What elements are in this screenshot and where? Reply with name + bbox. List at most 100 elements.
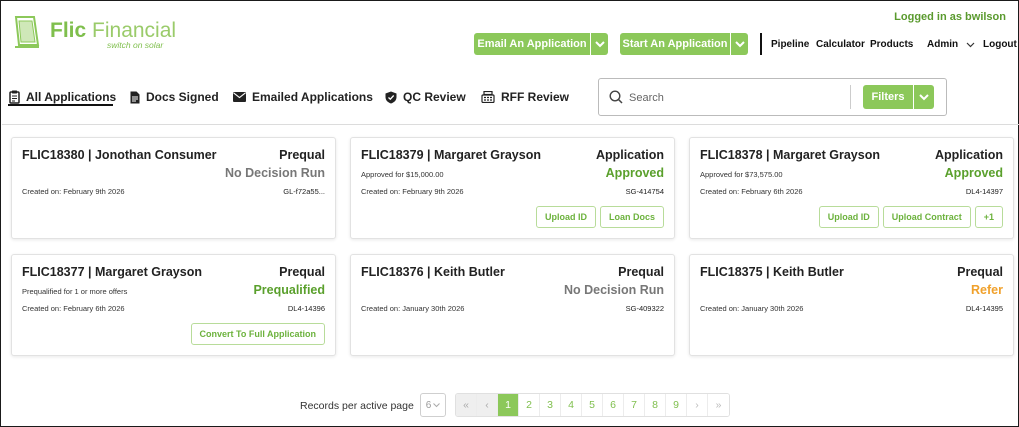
card-reference: GL-f72a55...	[283, 187, 325, 196]
page-button-9[interactable]: 9	[666, 394, 687, 416]
records-per-page-label: Records per active page	[300, 400, 414, 412]
card-applicant: Jonothan Consumer	[94, 148, 217, 162]
card-actions: Convert To Full Application	[190, 323, 325, 345]
application-card[interactable]: FLIC18379 | Margaret Grayson Application…	[350, 137, 675, 239]
brand-name-bold: Flic	[50, 19, 87, 42]
tab-docs-signed[interactable]: Docs Signed	[130, 87, 219, 107]
upload-contract-button[interactable]: Upload Contract	[882, 206, 971, 228]
header-divider	[2, 124, 1019, 125]
start-application-button[interactable]: Start An Application	[620, 33, 730, 55]
search-icon	[609, 90, 623, 104]
card-id: FLIC18377	[22, 265, 85, 279]
tab-emailed-applications[interactable]: Emailed Applications	[233, 87, 373, 107]
clipboard-icon	[9, 90, 20, 104]
card-created-date: Created on: February 9th 2026	[361, 187, 464, 196]
previous-page-button[interactable]: ‹	[477, 394, 498, 416]
card-type: Application	[934, 148, 1003, 162]
first-page-button[interactable]: «	[456, 394, 477, 416]
page-button-8[interactable]: 8	[645, 394, 666, 416]
nav-admin-menu[interactable]: Admin	[927, 39, 975, 50]
upload-id-button[interactable]: Upload ID	[535, 206, 596, 228]
card-reference: DL4-14395	[965, 304, 1003, 313]
email-application-split-button: Email An Application	[474, 33, 608, 55]
search-input[interactable]	[629, 89, 839, 106]
email-application-button[interactable]: Email An Application	[474, 33, 590, 55]
card-created-date: Created on: February 9th 2026	[22, 187, 125, 196]
card-applicant: Margaret Grayson	[772, 148, 880, 162]
card-applicant: Margaret Grayson	[94, 265, 202, 279]
application-card[interactable]: FLIC18378 | Margaret Grayson Application…	[689, 137, 1014, 239]
nav-products[interactable]: Products	[870, 39, 913, 50]
card-reference: SG-414754	[625, 187, 664, 196]
application-card[interactable]: FLIC18380 | Jonothan Consumer Prequal No…	[11, 137, 336, 239]
page-button-4[interactable]: 4	[561, 394, 582, 416]
last-page-button[interactable]: »	[708, 394, 729, 416]
card-applicant: Keith Butler	[772, 265, 844, 279]
document-icon	[130, 91, 140, 103]
next-page-button[interactable]: ›	[687, 394, 708, 416]
card-type: Prequal	[618, 265, 664, 279]
application-card[interactable]: FLIC18375 | Keith Butler Prequal Refer C…	[689, 254, 1014, 356]
brand-logo[interactable]: Flic Financial switch on solar	[13, 15, 176, 55]
tab-label: QC Review	[403, 90, 466, 104]
solar-panel-logo-icon	[14, 16, 40, 48]
records-per-page-select[interactable]: 6	[420, 393, 446, 417]
card-created-date: Created on: February 6th 2026	[700, 187, 803, 196]
upload-id-button[interactable]: Upload ID	[818, 206, 879, 228]
page-button-1[interactable]: 1	[498, 394, 519, 416]
card-type: Prequal	[279, 265, 325, 279]
card-id: FLIC18378	[700, 148, 763, 162]
start-application-split-button: Start An Application	[620, 33, 748, 55]
nav-calculator[interactable]: Calculator	[816, 39, 865, 50]
card-id: FLIC18375	[700, 265, 763, 279]
filters-split-button: Filters	[863, 85, 934, 109]
tab-qc-review[interactable]: QC Review	[385, 87, 466, 107]
card-reference: DL4-14396	[287, 304, 325, 313]
app-window: Flic Financial switch on solar Logged in…	[0, 0, 1019, 427]
more-actions-button[interactable]: +1	[974, 206, 1003, 228]
filters-button[interactable]: Filters	[863, 85, 913, 109]
card-reference: DL4-14397	[965, 187, 1003, 196]
page-button-5[interactable]: 5	[582, 394, 603, 416]
application-card[interactable]: FLIC18376 | Keith Butler Prequal No Deci…	[350, 254, 675, 356]
card-type: Prequal	[279, 148, 325, 162]
card-applicant: Margaret Grayson	[433, 148, 541, 162]
filters-dropdown[interactable]	[914, 85, 934, 109]
application-card[interactable]: FLIC18377 | Margaret Grayson Prequal Pre…	[11, 254, 336, 356]
page-button-6[interactable]: 6	[603, 394, 624, 416]
cash-register-icon	[481, 91, 495, 103]
logged-in-status: Logged in as bwilson	[894, 11, 1006, 23]
chevron-down-icon	[734, 40, 745, 47]
card-title: FLIC18375 | Keith Butler	[700, 265, 844, 279]
card-status: Prequalified	[253, 283, 325, 297]
brand-name-light: Financial	[92, 19, 177, 42]
card-applicant: Keith Butler	[433, 265, 505, 279]
chevron-down-icon	[919, 93, 929, 100]
tab-rff-review[interactable]: RFF Review	[481, 87, 569, 107]
card-note: Prequalified for 1 or more offers	[22, 287, 128, 296]
card-actions: Upload ID Upload Contract +1	[818, 206, 1003, 228]
card-id: FLIC18379	[361, 148, 424, 162]
page-button-2[interactable]: 2	[519, 394, 540, 416]
search-bar: Filters	[598, 78, 947, 116]
card-status: Approved	[605, 166, 664, 180]
chevron-down-icon	[433, 402, 441, 407]
card-note: Approved for $73,575.00	[700, 170, 783, 179]
card-type: Prequal	[957, 265, 1003, 279]
page-button-3[interactable]: 3	[540, 394, 561, 416]
start-application-dropdown[interactable]	[731, 33, 748, 55]
active-tab-indicator	[8, 104, 113, 106]
nav-admin-label: Admin	[927, 39, 959, 50]
card-title: FLIC18377 | Margaret Grayson	[22, 265, 202, 279]
loan-docs-button[interactable]: Loan Docs	[599, 206, 664, 228]
tab-label: RFF Review	[501, 90, 570, 104]
nav-pipeline[interactable]: Pipeline	[771, 39, 809, 50]
nav-logout[interactable]: Logout	[983, 39, 1017, 50]
card-status: Refer	[971, 283, 1003, 297]
card-note: Approved for $15,000.00	[361, 170, 444, 179]
convert-to-full-application-button[interactable]: Convert To Full Application	[190, 323, 325, 345]
search-divider	[850, 85, 851, 109]
email-application-dropdown[interactable]	[591, 33, 608, 55]
card-title: FLIC18380 | Jonothan Consumer	[22, 148, 217, 162]
page-button-7[interactable]: 7	[624, 394, 645, 416]
